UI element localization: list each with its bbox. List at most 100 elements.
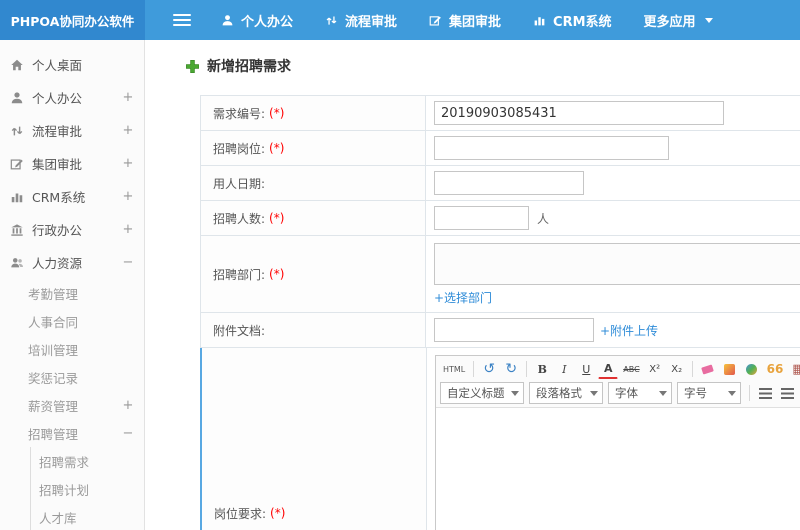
expand-toggle[interactable]: + — [122, 90, 134, 105]
page-body: 个人桌面 个人办公 + 流程审批 + 集团审批 + CRM系统 + 行政办公 + — [0, 40, 800, 530]
required-mark: (*) — [269, 106, 285, 120]
insert-table-button[interactable]: ▦ — [788, 359, 800, 379]
count-input[interactable] — [434, 206, 529, 230]
format-paint-button[interactable] — [720, 359, 740, 379]
people-icon — [11, 257, 23, 267]
sidebar-item-process-approval[interactable]: 流程审批 + — [0, 114, 144, 147]
sidebar-item-personal-desktop[interactable]: 个人桌面 — [0, 48, 144, 81]
blockquote-button[interactable]: 66 — [764, 359, 787, 379]
align-left-button[interactable] — [755, 383, 775, 403]
topbar: PHPOA协同办公软件 个人办公 流程审批 集团审批 CRM系统 更多应用 — [0, 0, 800, 40]
highlight-color-button[interactable] — [742, 359, 762, 379]
heading-select[interactable]: 自定义标题 — [440, 382, 524, 404]
field-label: 用人日期: — [201, 166, 426, 200]
sidebar-item-personal-office[interactable]: 个人办公 + — [0, 81, 144, 114]
sidebar-item-hr[interactable]: 人力资源 − — [0, 246, 144, 279]
dept-textarea[interactable] — [434, 243, 800, 285]
font-size-select[interactable]: 字号 — [677, 382, 741, 404]
toolbar-divider — [526, 361, 528, 377]
count-unit: 人 — [537, 211, 550, 226]
position-input[interactable] — [434, 136, 669, 160]
italic-button[interactable]: I — [554, 359, 574, 379]
chart-icon — [534, 16, 545, 25]
nav-group-approval[interactable]: 集团审批 — [429, 11, 501, 30]
field-label: 需求编号: (*) — [201, 96, 426, 130]
app-logo: PHPOA协同办公软件 — [0, 0, 145, 40]
sidebar-item-admin-office[interactable]: 行政办公 + — [0, 213, 144, 246]
undo-button[interactable]: ↺ — [479, 359, 499, 379]
label-text: 岗位要求: — [214, 506, 267, 521]
sidebar-item-label: 奖惩记录 — [28, 370, 79, 386]
expand-toggle[interactable]: + — [122, 398, 134, 413]
editor-content-area[interactable] — [436, 408, 800, 530]
nav-process-approval[interactable]: 流程审批 — [325, 11, 397, 30]
attachment-upload-link[interactable]: +附件上传 — [600, 322, 658, 339]
sidebar-item-label: 培训管理 — [28, 342, 79, 358]
field-label: 附件文档: — [201, 313, 426, 347]
redo-button[interactable]: ↻ — [501, 359, 521, 379]
collapse-toggle[interactable]: − — [122, 426, 134, 441]
flow-icon — [326, 15, 337, 25]
subscript-button[interactable]: X₂ — [667, 359, 687, 379]
strikethrough-button[interactable]: ABC — [620, 359, 642, 379]
chevron-down-icon — [590, 390, 598, 396]
sidebar-item-label: 人力资源 — [32, 256, 83, 271]
chevron-down-icon — [728, 390, 736, 396]
field-label: 招聘部门: (*) — [201, 236, 426, 312]
sidebar-item-recruit-mgmt[interactable]: 招聘管理 − — [0, 419, 144, 447]
page-title-text: 新增招聘需求 — [207, 59, 291, 75]
font-color-button[interactable]: A — [598, 359, 619, 379]
sidebar-item-talent-pool[interactable]: 人才库 — [31, 503, 144, 530]
heading-select-value: 自定义标题 — [447, 386, 505, 400]
sidebar-item-contract[interactable]: 人事合同 — [0, 307, 144, 335]
superscript-button[interactable]: X² — [645, 359, 665, 379]
attachment-input[interactable] — [434, 318, 594, 342]
collapse-toggle[interactable]: − — [122, 255, 134, 270]
nav-crm-system[interactable]: CRM系统 — [533, 11, 612, 30]
nav-personal-office[interactable]: 个人办公 — [221, 11, 293, 30]
sidebar-item-recruit-plan[interactable]: 招聘计划 — [31, 475, 144, 503]
field-label: 招聘人数: (*) — [201, 201, 426, 235]
expand-toggle[interactable]: + — [122, 156, 134, 171]
sidebar-item-group-approval[interactable]: 集团审批 + — [0, 147, 144, 180]
sidebar-item-label: 个人桌面 — [32, 58, 83, 73]
label-text: 需求编号: — [213, 106, 266, 121]
sidebar-item-crm[interactable]: CRM系统 + — [0, 180, 144, 213]
menu-icon[interactable] — [173, 14, 191, 26]
rich-text-editor: HTML ↺ ↻ B I U A ABC X² X₂ 66 ▦ 自定义标题 段落… — [435, 355, 800, 530]
expand-toggle[interactable]: + — [122, 123, 134, 138]
sidebar-item-label: 招聘计划 — [39, 482, 90, 498]
font-family-select[interactable]: 字体 — [608, 382, 672, 404]
code-input[interactable] — [434, 101, 724, 125]
add-icon — [186, 59, 199, 73]
date-input[interactable] — [434, 171, 584, 195]
html-source-button[interactable]: HTML — [440, 359, 468, 379]
paragraph-format-select[interactable]: 段落格式 — [529, 382, 603, 404]
sidebar-item-label: 薪资管理 — [28, 398, 79, 414]
sidebar-item-recruit-demand[interactable]: 招聘需求 — [31, 447, 144, 475]
chevron-down-icon — [659, 390, 667, 396]
user-icon — [222, 14, 233, 25]
form-row-dept: 招聘部门: (*) +选择部门 — [201, 236, 800, 313]
sidebar-item-label: 流程审批 — [32, 124, 83, 139]
toolbar-divider — [691, 361, 693, 377]
nav-label: 流程审批 — [345, 14, 398, 30]
edit-icon — [429, 15, 441, 26]
sidebar-item-attendance[interactable]: 考勤管理 — [0, 279, 144, 307]
user-icon — [11, 91, 23, 103]
chevron-down-icon — [704, 17, 713, 23]
expand-toggle[interactable]: + — [122, 222, 134, 237]
bold-button[interactable]: B — [532, 359, 552, 379]
select-dept-link[interactable]: +选择部门 — [434, 289, 492, 306]
label-text: 招聘部门: — [213, 267, 266, 282]
sidebar-item-salary[interactable]: 薪资管理 + — [0, 391, 144, 419]
paragraph-select-value: 段落格式 — [536, 386, 582, 400]
sidebar-item-training[interactable]: 培训管理 — [0, 335, 144, 363]
nav-more-apps[interactable]: 更多应用 — [644, 11, 713, 30]
sidebar-item-label: 人事合同 — [28, 314, 79, 330]
sidebar-item-rewards[interactable]: 奖惩记录 — [0, 363, 144, 391]
align-center-button[interactable] — [777, 383, 797, 403]
underline-button[interactable]: U — [576, 359, 596, 379]
expand-toggle[interactable]: + — [122, 189, 134, 204]
eraser-button[interactable] — [698, 359, 718, 379]
